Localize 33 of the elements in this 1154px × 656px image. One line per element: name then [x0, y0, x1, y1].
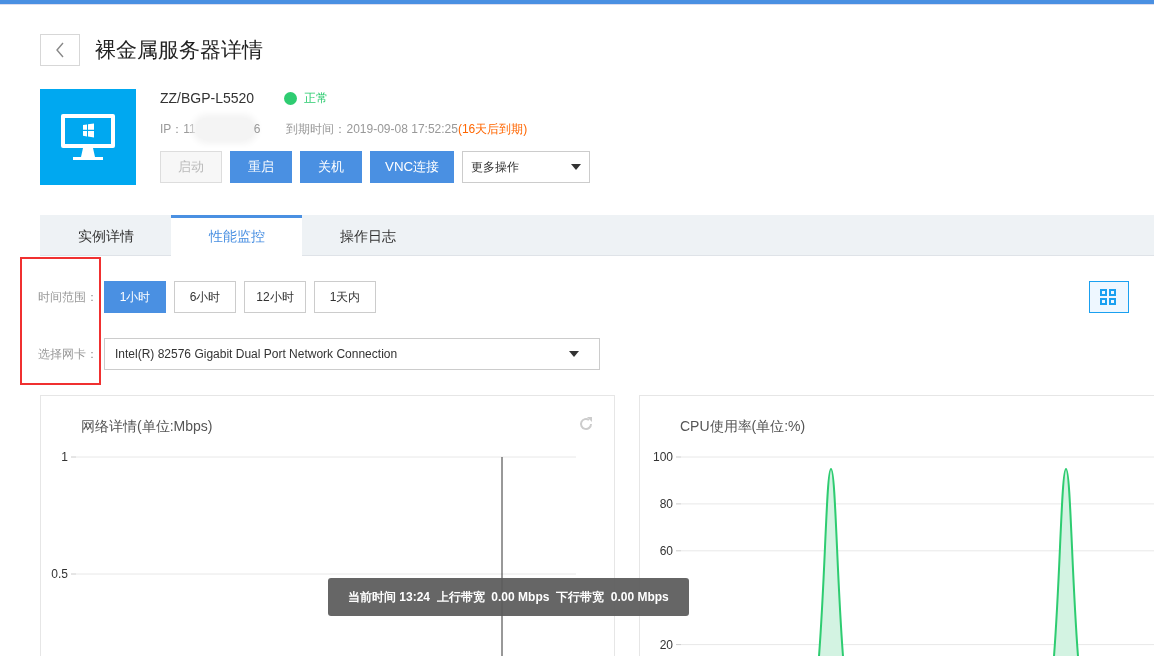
expiry-note: (16天后到期) — [457, 120, 528, 138]
ip-text: IP：11 — [160, 120, 196, 138]
page-title: 裸金属服务器详情 — [95, 37, 263, 63]
chart-title: 网络详情(单位:Mbps) — [81, 418, 213, 436]
refresh-icon[interactable] — [578, 416, 594, 432]
tab[interactable]: 实例详情 — [40, 215, 171, 255]
chevron-left-icon — [55, 42, 65, 58]
tab[interactable]: 操作日志 — [302, 215, 433, 255]
y-axis-label: 80 — [659, 496, 673, 511]
back-button[interactable] — [40, 34, 80, 66]
time-range-label: 时间范围： — [38, 288, 99, 306]
tooltip-text: 当前时间 13:24 上行带宽 0.00 Mbps 下行带宽 0.00 Mbps — [348, 588, 669, 606]
status-text: 正常 — [304, 89, 329, 107]
time-range-button[interactable]: 6小时 — [174, 281, 236, 313]
y-axis-label: 60 — [659, 543, 673, 558]
expiry-time: 到期时间：2019-09-08 17:52:25 — [286, 120, 458, 138]
nic-dropdown[interactable]: Intel(R) 82576 Gigabit Dual Port Network Connection — [104, 338, 600, 370]
time-range-button[interactable]: 1天内 — [314, 281, 376, 313]
caret-down-icon — [571, 164, 582, 170]
caret-down-icon — [569, 351, 579, 357]
time-range-button[interactable]: 12小时 — [244, 281, 306, 313]
grid-icon — [1100, 289, 1116, 305]
y-axis-label: 0.5 — [51, 567, 68, 581]
nic-label: 选择网卡： — [38, 345, 99, 363]
y-axis-label: 20 — [659, 637, 673, 652]
monitor-windows-icon — [60, 113, 116, 161]
server-name: ZZ/BGP-L5520 — [160, 90, 255, 106]
chart-title: CPU使用率(单位:%) — [680, 418, 806, 436]
ip-text: 6 — [253, 122, 261, 136]
y-axis-label: 100 — [652, 450, 673, 464]
more-actions-dropdown[interactable]: 更多操作 — [462, 151, 591, 183]
grid-view-button[interactable] — [1089, 281, 1129, 313]
y-axis-label: 1 — [61, 450, 68, 464]
